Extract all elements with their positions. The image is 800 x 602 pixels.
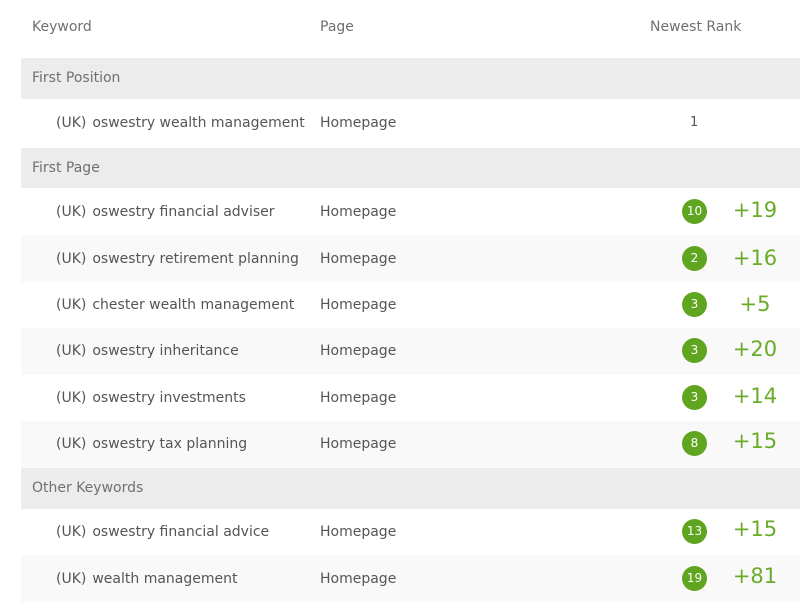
group-row-first-page: First Page xyxy=(21,148,800,188)
rank-change: +15 xyxy=(732,429,778,453)
table-header: Keyword Page Newest Rank xyxy=(0,0,800,58)
keyword-cell: (UK) oswestry tax planning xyxy=(56,436,247,452)
rank-badge: 10 xyxy=(682,199,707,224)
keyword-cell: (UK) oswestry wealth management xyxy=(56,115,305,131)
location-label: (UK) xyxy=(56,390,87,406)
keyword-text: oswestry financial adviser xyxy=(92,204,275,220)
location-label: (UK) xyxy=(56,571,87,587)
rank-badge: 3 xyxy=(682,292,707,317)
group-label: First Page xyxy=(32,160,100,176)
location-label: (UK) xyxy=(56,524,87,540)
rank-badge: 8 xyxy=(682,431,707,456)
keyword-text: oswestry investments xyxy=(92,390,246,406)
keyword-cell: (UK) oswestry retirement planning xyxy=(56,251,299,267)
rank-badge: 3 xyxy=(682,338,707,363)
page-cell: Homepage xyxy=(320,343,397,359)
rank-change: +16 xyxy=(732,246,778,270)
keyword-cell: (UK) oswestry financial advice xyxy=(56,524,269,540)
rank-badge: 2 xyxy=(682,246,707,271)
page-cell: Homepage xyxy=(320,436,397,452)
table-row[interactable]: (UK) oswestry tax planning Homepage 8 +15 xyxy=(21,421,800,468)
rank-change: +81 xyxy=(732,564,778,588)
keyword-text: oswestry tax planning xyxy=(92,436,248,452)
rank-badge: 19 xyxy=(682,566,707,591)
rank-badge: 3 xyxy=(682,385,707,410)
keyword-text: wealth management xyxy=(92,571,238,587)
location-label: (UK) xyxy=(56,436,87,452)
group-row-other-keywords: Other Keywords xyxy=(21,468,800,509)
keyword-cell: (UK) oswestry investments xyxy=(56,390,246,406)
location-label: (UK) xyxy=(56,251,87,267)
table-row[interactable]: (UK) oswestry financial adviser Homepage … xyxy=(21,188,800,235)
page-cell: Homepage xyxy=(320,390,397,406)
keyword-text: oswestry retirement planning xyxy=(92,251,299,267)
table-row[interactable]: (UK) oswestry inheritance Homepage 3 +20 xyxy=(21,328,800,375)
page-cell: Homepage xyxy=(320,115,397,131)
page-cell: Homepage xyxy=(320,524,397,540)
rank-change: +19 xyxy=(732,198,778,222)
group-row-first-position: First Position xyxy=(21,58,800,99)
location-label: (UK) xyxy=(56,343,87,359)
keyword-text: oswestry wealth management xyxy=(92,115,305,131)
table-row[interactable]: (UK) oswestry investments Homepage 3 +14 xyxy=(21,375,800,421)
table-row[interactable]: (UK) oswestry wealth management Homepage … xyxy=(21,99,800,148)
keyword-cell: (UK) wealth management xyxy=(56,571,238,587)
column-header-newest-rank[interactable]: Newest Rank xyxy=(650,19,741,35)
column-header-page[interactable]: Page xyxy=(320,19,354,35)
table-row[interactable]: (UK) oswestry financial advice Homepage 1… xyxy=(21,509,800,555)
table-row[interactable]: (UK) oswestry retirement planning Homepag… xyxy=(21,235,800,282)
rank-change: +15 xyxy=(732,517,778,541)
keyword-cell: (UK) chester wealth management xyxy=(56,297,294,313)
group-label: Other Keywords xyxy=(32,480,144,496)
keyword-rank-table: Keyword Page Newest Rank First Position … xyxy=(0,0,800,602)
rank-change: +20 xyxy=(732,337,778,361)
rank-value: 1 xyxy=(690,115,699,130)
keyword-text: oswestry financial advice xyxy=(92,524,270,540)
column-header-keyword[interactable]: Keyword xyxy=(32,19,92,35)
keyword-cell: (UK) oswestry financial adviser xyxy=(56,204,275,220)
table-row[interactable]: (UK) chester wealth management Homepage 3… xyxy=(21,282,800,328)
group-label: First Position xyxy=(32,70,121,86)
table-row[interactable]: (UK) wealth management Homepage 19 +81 xyxy=(21,555,800,602)
location-label: (UK) xyxy=(56,115,87,131)
location-label: (UK) xyxy=(56,204,87,220)
page-cell: Homepage xyxy=(320,297,397,313)
rank-badge: 13 xyxy=(682,519,707,544)
keyword-text: oswestry inheritance xyxy=(92,343,239,359)
keyword-cell: (UK) oswestry inheritance xyxy=(56,343,239,359)
keyword-text: chester wealth management xyxy=(92,297,295,313)
page-cell: Homepage xyxy=(320,204,397,220)
page-cell: Homepage xyxy=(320,251,397,267)
location-label: (UK) xyxy=(56,297,87,313)
rank-change: +5 xyxy=(739,292,771,316)
page-cell: Homepage xyxy=(320,571,397,587)
rank-change: +14 xyxy=(732,384,778,408)
